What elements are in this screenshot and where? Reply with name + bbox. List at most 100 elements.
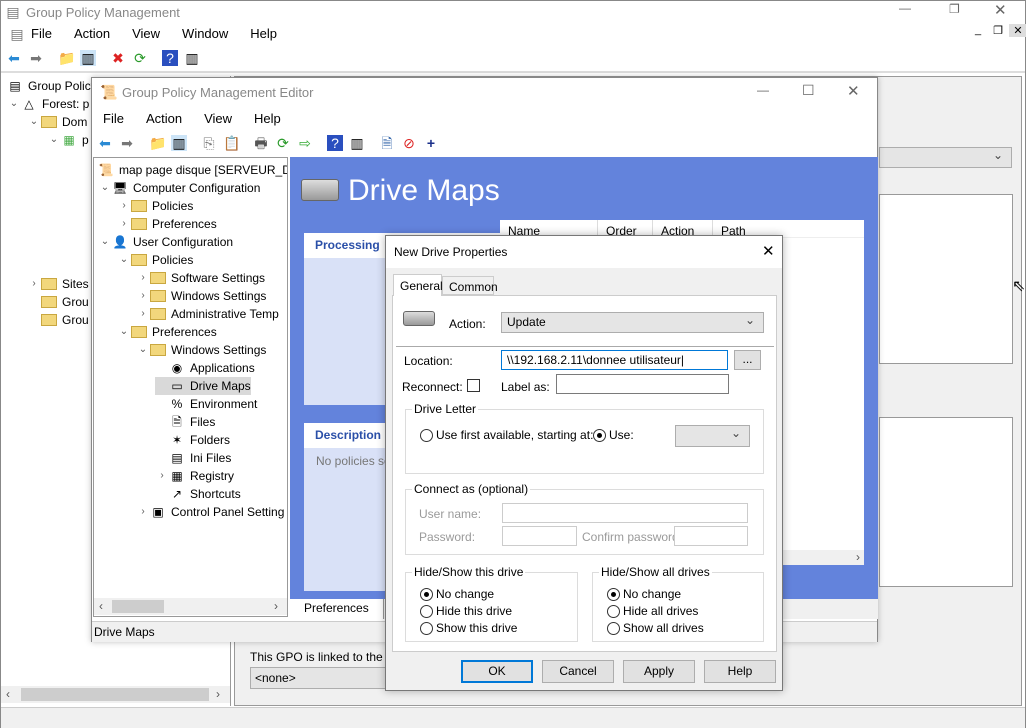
apply-button[interactable]: Apply xyxy=(623,660,695,683)
chevron-down-icon[interactable]: ⌄ xyxy=(117,323,131,341)
all-no-change-radio[interactable]: No change xyxy=(607,587,681,601)
action-pane-icon[interactable]: ▥ xyxy=(184,50,200,66)
chevron-right-icon[interactable]: › xyxy=(27,275,41,293)
show-all-drives-radio[interactable]: Show all drives xyxy=(607,621,704,635)
action-pane-icon[interactable]: ▥ xyxy=(349,135,365,151)
menu-help[interactable]: Help xyxy=(250,26,277,42)
help-button[interactable]: Help xyxy=(704,660,776,683)
outer-tree-hscroll[interactable]: ‹ › xyxy=(1,686,230,703)
drive-letter-dropdown[interactable] xyxy=(675,424,750,447)
tree-item-gpm[interactable]: ▤ Group Policy xyxy=(7,77,96,95)
location-input[interactable]: \\192.168.2.11\donnee utilisateur| xyxy=(501,350,728,370)
editor-tree-hscroll[interactable]: ‹ › xyxy=(94,598,287,615)
tree-item[interactable]: ↗ Shortcuts xyxy=(155,485,241,503)
chevron-down-icon[interactable]: ⌄ xyxy=(98,179,112,197)
stop-icon[interactable]: ⊘ xyxy=(401,135,417,151)
user-name-input[interactable] xyxy=(502,503,748,523)
tree-item-sites[interactable]: › Sites xyxy=(27,275,88,293)
tree-item-domains[interactable]: ⌄ Dom xyxy=(27,113,88,131)
mdi-restore-button[interactable]: ❐ xyxy=(989,24,1007,37)
tree-item[interactable]: ⌄ Preferences xyxy=(117,323,217,341)
chevron-right-icon[interactable]: › xyxy=(136,269,150,287)
menu-action[interactable]: Action xyxy=(146,111,182,126)
tree-item-domain[interactable]: ⌄ ▦ p xyxy=(47,131,89,149)
chevron-right-icon[interactable]: › xyxy=(136,287,150,305)
chevron-down-icon[interactable]: ⌄ xyxy=(27,113,41,131)
tree-item[interactable]: 🗎 Files xyxy=(155,413,215,431)
tree-item[interactable]: ⌄ Policies xyxy=(117,251,194,269)
dialog-close-button[interactable]: ✕ xyxy=(762,242,775,260)
hide-all-drives-radio[interactable]: Hide all drives xyxy=(607,604,698,618)
tree-item-forest[interactable]: ⌄ △ Forest: p xyxy=(7,95,90,113)
tree-item[interactable]: ✶ Folders xyxy=(155,431,230,449)
up-folder-icon[interactable]: 📁 xyxy=(58,50,75,66)
tree-item[interactable]: ▭ Drive Maps xyxy=(155,377,251,395)
restore-button[interactable]: ❐ xyxy=(949,2,960,16)
paste-icon[interactable]: 📋 xyxy=(223,135,240,151)
tab-preferences[interactable]: Preferences xyxy=(290,599,383,619)
help-icon[interactable]: ? xyxy=(162,50,178,66)
tree-item[interactable]: › Administrative Temp xyxy=(136,305,279,323)
minimize-button[interactable]: — xyxy=(899,1,911,15)
chevron-right-icon[interactable]: › xyxy=(117,197,131,215)
label-as-input[interactable] xyxy=(556,374,729,394)
scroll-left-icon[interactable]: ‹ xyxy=(6,687,10,701)
tree-item[interactable]: ⌄ 🖥 Computer Configuration xyxy=(98,179,261,197)
use-radio[interactable]: Use: xyxy=(593,428,634,442)
editor-maximize-button[interactable]: ☐ xyxy=(802,82,815,99)
tree-item[interactable]: › Preferences xyxy=(117,215,216,233)
confirm-password-input[interactable] xyxy=(674,526,748,546)
close-button[interactable]: ✕ xyxy=(994,1,1007,19)
refresh-icon[interactable]: ⟳ xyxy=(275,135,291,151)
chevron-right-icon[interactable]: › xyxy=(136,503,150,521)
scroll-left-icon[interactable]: ‹ xyxy=(99,599,103,613)
scroll-right-icon[interactable]: › xyxy=(856,550,860,564)
show-hide-tree-icon[interactable]: ▥ xyxy=(80,50,96,66)
menu-file[interactable]: File xyxy=(31,26,52,42)
menu-window[interactable]: Window xyxy=(182,26,228,42)
scroll-right-icon[interactable]: › xyxy=(216,687,220,701)
tab-general[interactable]: General xyxy=(393,274,443,296)
add-icon[interactable]: + xyxy=(423,135,439,151)
export-icon[interactable]: ⇨ xyxy=(297,135,313,151)
chevron-down-icon[interactable]: ⌄ xyxy=(136,341,150,359)
password-input[interactable] xyxy=(502,526,577,546)
tree-item[interactable]: ⌄ Windows Settings xyxy=(136,341,267,359)
mdi-minimize-button[interactable]: _ xyxy=(969,24,987,37)
up-folder-icon[interactable]: 📁 xyxy=(149,135,166,151)
cancel-button[interactable]: Cancel xyxy=(542,660,614,683)
refresh-icon[interactable]: ⟳ xyxy=(132,50,148,66)
tree-item[interactable]: › ▣ Control Panel Setting xyxy=(136,503,284,521)
ok-button[interactable]: OK xyxy=(461,660,533,683)
tree-item[interactable]: ◉ Applications xyxy=(155,359,255,377)
delete-icon[interactable]: ✖ xyxy=(110,50,126,66)
back-icon[interactable]: ⬅ xyxy=(97,135,113,151)
reconnect-checkbox[interactable] xyxy=(467,379,480,392)
tree-item[interactable]: › Windows Settings xyxy=(136,287,266,305)
scroll-right-icon[interactable]: › xyxy=(274,599,278,613)
tree-item[interactable]: › Policies xyxy=(117,197,193,215)
copy-icon[interactable]: ⎘ xyxy=(201,135,217,151)
menu-action[interactable]: Action xyxy=(74,26,110,42)
tab-common[interactable]: Common xyxy=(442,276,498,295)
tree-item[interactable]: % Environment xyxy=(155,395,258,413)
back-icon[interactable]: ⬅ xyxy=(6,50,22,66)
chevron-down-icon[interactable]: ⌄ xyxy=(117,251,131,269)
chevron-right-icon[interactable]: › xyxy=(155,467,169,485)
browse-button[interactable]: ... xyxy=(734,350,761,370)
chevron-right-icon[interactable]: › xyxy=(136,305,150,323)
help-icon[interactable]: ? xyxy=(327,135,343,151)
tree-item[interactable]: ⌄ 👤 User Configuration xyxy=(98,233,233,251)
chevron-down-icon[interactable]: ⌄ xyxy=(47,131,61,149)
action-dropdown[interactable]: Update xyxy=(501,311,764,333)
scroll-thumb[interactable] xyxy=(112,600,164,613)
use-first-available-radio[interactable]: Use first available, starting at: xyxy=(420,428,593,442)
hide-this-drive-radio[interactable]: Hide this drive xyxy=(420,604,512,618)
show-hide-tree-icon[interactable]: ▥ xyxy=(171,135,187,151)
scroll-thumb[interactable] xyxy=(21,688,209,701)
tree-item[interactable]: › Software Settings xyxy=(136,269,265,287)
tree-item-results[interactable]: Grou xyxy=(41,311,89,329)
forward-icon[interactable]: ➡ xyxy=(119,135,135,151)
tree-item[interactable]: ▤ Ini Files xyxy=(155,449,231,467)
chevron-down-icon[interactable]: ⌄ xyxy=(98,233,112,251)
